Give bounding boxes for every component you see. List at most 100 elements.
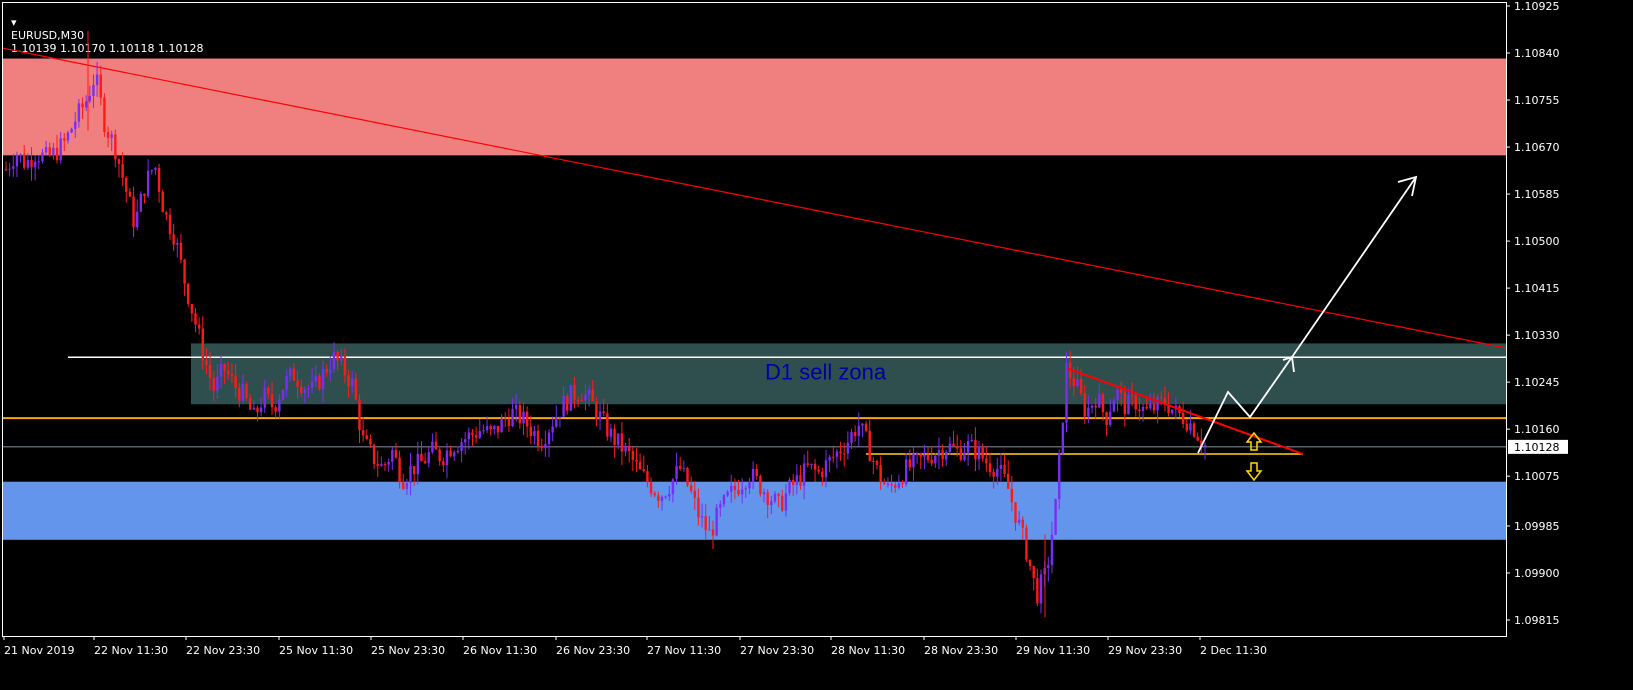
- candle-body: [1141, 406, 1145, 411]
- candle-body: [813, 463, 817, 470]
- candle: [460, 437, 463, 463]
- candle: [1105, 411, 1108, 437]
- candle-body: [1160, 396, 1163, 398]
- candle-body: [806, 463, 809, 465]
- candle-body: [660, 496, 664, 502]
- candle-body: [766, 492, 769, 506]
- candle-body: [121, 163, 124, 178]
- candle: [128, 188, 132, 197]
- candle: [966, 434, 970, 466]
- candle: [555, 405, 558, 428]
- candle-body: [1189, 423, 1192, 431]
- candle-body: [1054, 499, 1057, 535]
- candle-body: [853, 432, 857, 436]
- candle: [420, 441, 423, 462]
- candle-body: [77, 103, 81, 122]
- candle: [853, 425, 857, 442]
- candle-body: [74, 121, 77, 129]
- candle-body: [274, 407, 277, 412]
- price-tick-label: 1.10245: [1514, 376, 1560, 389]
- candle-body: [682, 467, 686, 469]
- candle-body: [700, 516, 704, 518]
- candle: [868, 419, 871, 462]
- time-tick-label: 22 Nov 11:30: [94, 644, 168, 657]
- candle-body: [332, 351, 336, 370]
- candle-body: [638, 461, 642, 470]
- candle-body: [624, 445, 627, 452]
- candle-body: [4, 169, 8, 171]
- candle-body: [1098, 394, 1101, 408]
- candle-body: [267, 388, 270, 394]
- candle-body: [788, 479, 791, 494]
- candle: [187, 282, 190, 307]
- candle: [176, 238, 179, 258]
- candle-body: [310, 381, 314, 388]
- price-chart[interactable]: D1 sell zona 1.10925 1.10840 1.10755 1.1067…: [0, 0, 1633, 690]
- candle-body: [463, 439, 467, 443]
- candle-body: [894, 484, 897, 488]
- candle-body: [533, 430, 536, 437]
- time-tick-label: 2 Dec 11:30: [1200, 644, 1267, 657]
- candle: [540, 438, 543, 452]
- candle-body: [1061, 422, 1065, 454]
- candle-body: [963, 452, 966, 460]
- time-tick-label: 28 Nov 11:30: [831, 644, 905, 657]
- candle-body: [631, 451, 635, 460]
- candle-body: [1025, 527, 1028, 560]
- candle-body: [460, 442, 463, 451]
- price-tick-label: 1.10670: [1514, 141, 1560, 154]
- candle-body: [241, 384, 245, 401]
- candle-body: [157, 167, 161, 192]
- candle-body: [1203, 445, 1207, 447]
- candle: [846, 431, 850, 460]
- candle-body: [507, 419, 511, 426]
- candle: [875, 459, 879, 470]
- candle-body: [70, 128, 73, 133]
- candle-body: [923, 454, 926, 457]
- candle-body: [952, 443, 955, 447]
- candle: [26, 153, 30, 171]
- candle-body: [299, 386, 303, 394]
- candle-body: [1123, 392, 1127, 415]
- candle: [904, 453, 908, 487]
- candle-body: [409, 466, 412, 484]
- candle: [33, 155, 37, 181]
- candle-body: [802, 463, 806, 486]
- candle-body: [649, 482, 653, 494]
- candle-body: [948, 443, 952, 452]
- time-tick-label: 27 Nov 11:30: [647, 644, 721, 657]
- candle-body: [1072, 378, 1076, 387]
- candle-body: [897, 483, 901, 488]
- candle-body: [912, 453, 915, 468]
- candle: [835, 448, 839, 469]
- candle-body: [551, 426, 554, 433]
- candle-body: [361, 430, 365, 436]
- candle-body: [285, 376, 288, 390]
- candle-body: [33, 161, 37, 168]
- candle: [157, 163, 161, 203]
- candle-body: [292, 368, 296, 381]
- candle-body: [606, 412, 609, 437]
- candle: [361, 417, 365, 442]
- candle-body: [44, 147, 48, 153]
- candle: [1200, 428, 1203, 454]
- candle-body: [1152, 403, 1156, 411]
- candle-body: [668, 494, 671, 497]
- candle-body: [875, 461, 879, 465]
- candle: [172, 223, 175, 251]
- candle-body: [1047, 565, 1050, 568]
- candle: [824, 449, 828, 488]
- candle: [1007, 460, 1010, 490]
- candle-body: [128, 191, 132, 197]
- candle-body: [314, 376, 317, 382]
- candle: [544, 430, 547, 457]
- candle-body: [303, 389, 307, 394]
- candle-body: [500, 418, 503, 433]
- candle-body: [598, 411, 602, 420]
- candle-body: [777, 493, 780, 496]
- candle-body: [919, 453, 922, 457]
- candle: [394, 443, 398, 459]
- candle-body: [172, 234, 175, 245]
- price-tick-label: 1.09985: [1514, 520, 1560, 533]
- candle: [103, 93, 106, 137]
